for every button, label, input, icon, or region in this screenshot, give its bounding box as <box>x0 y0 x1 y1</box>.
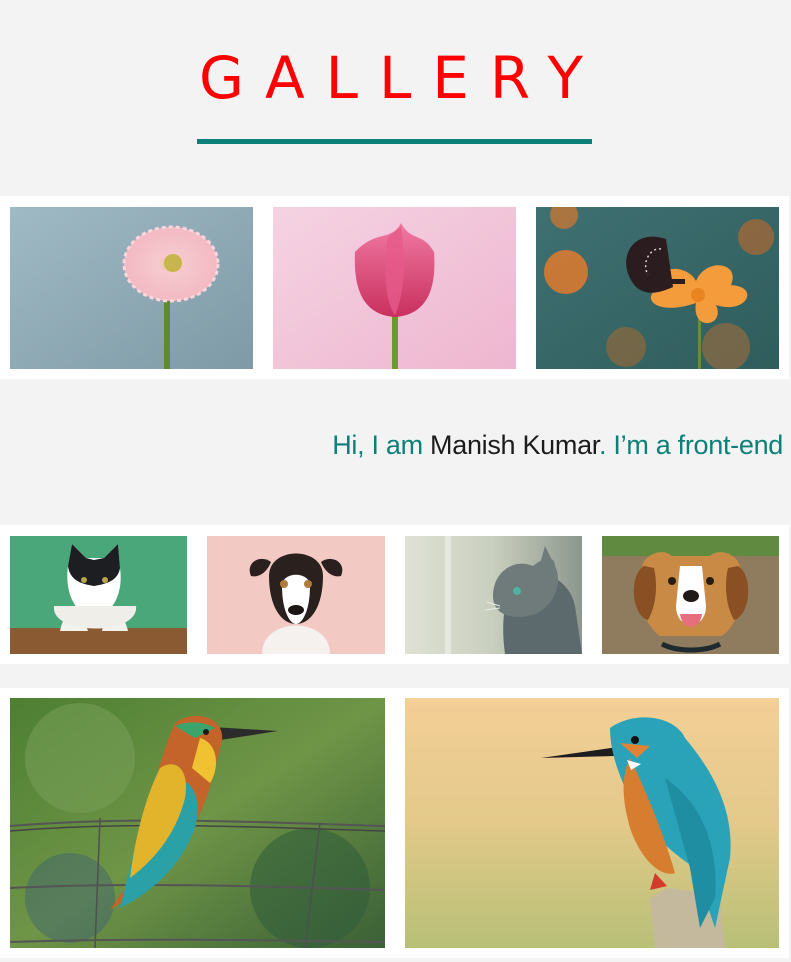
dog-image[interactable] <box>207 536 385 654</box>
tabby-cat-image[interactable] <box>405 536 582 654</box>
gallery-row-pets <box>0 525 789 664</box>
beagle-image[interactable] <box>602 536 779 654</box>
kingfisher-bird-image[interactable] <box>405 698 779 948</box>
butterfly-flower-image[interactable] <box>536 207 779 369</box>
intro-name: Manish Kumar <box>430 430 600 460</box>
page-title: GALLERY <box>199 44 604 112</box>
title-underline <box>197 139 592 144</box>
gallery-header: GALLERY <box>0 0 791 196</box>
gerbera-daisy-image[interactable] <box>10 207 253 369</box>
cat-image[interactable] <box>10 536 187 654</box>
gallery-row-birds <box>0 688 789 958</box>
tulip-image[interactable] <box>273 207 516 369</box>
gallery-row-flowers <box>0 196 789 379</box>
intro-greeting: Hi, I am <box>332 430 431 460</box>
intro-text: Hi, I am Manish Kumar. I’m a front-end <box>0 430 789 474</box>
intro-rest: . I’m a front-end <box>599 430 783 460</box>
bee-eater-bird-image[interactable] <box>10 698 385 948</box>
